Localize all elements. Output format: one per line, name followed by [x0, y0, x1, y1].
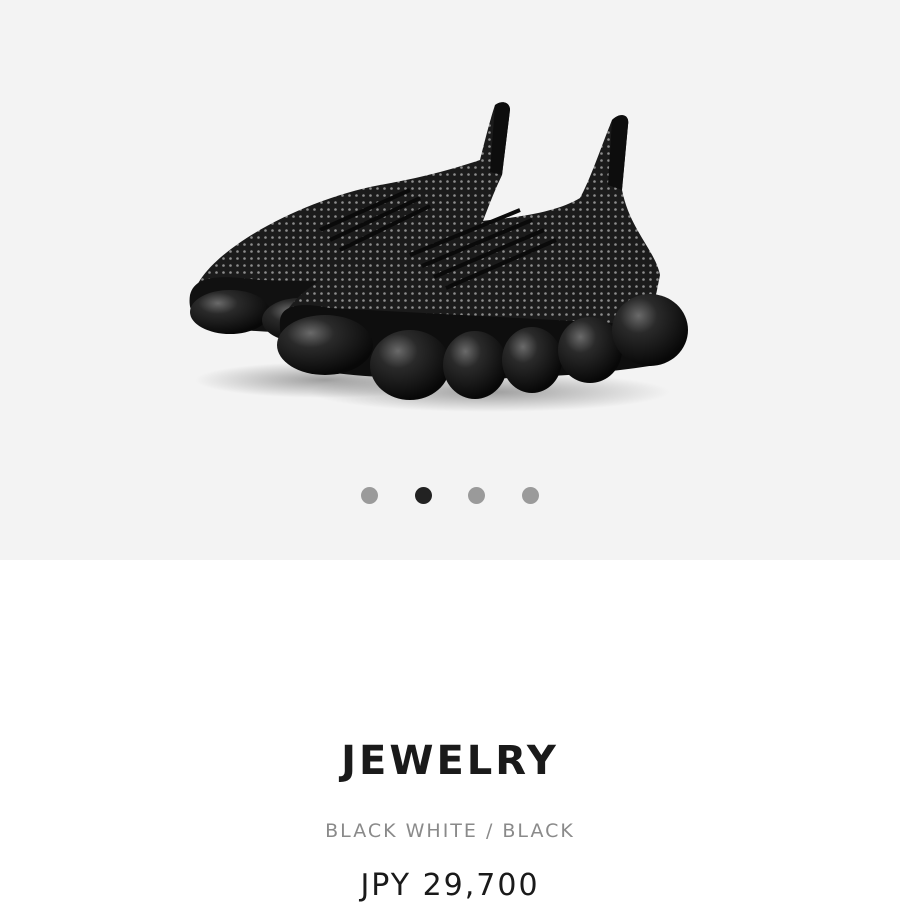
carousel-dot-2[interactable]: [415, 487, 432, 504]
product-image-gallery[interactable]: [0, 0, 900, 560]
product-color: BLACK WHITE / BLACK: [325, 820, 575, 842]
product-name: JEWELRY: [341, 738, 559, 784]
product-info: JEWELRY BLACK WHITE / BLACK JPY 29,700: [0, 560, 900, 903]
product-image[interactable]: [150, 80, 750, 440]
carousel-dot-3[interactable]: [468, 487, 485, 504]
carousel-dot-1[interactable]: [361, 487, 378, 504]
carousel-pagination: [0, 487, 900, 505]
product-price: JPY 29,700: [360, 868, 540, 903]
carousel-dot-4[interactable]: [522, 487, 539, 504]
